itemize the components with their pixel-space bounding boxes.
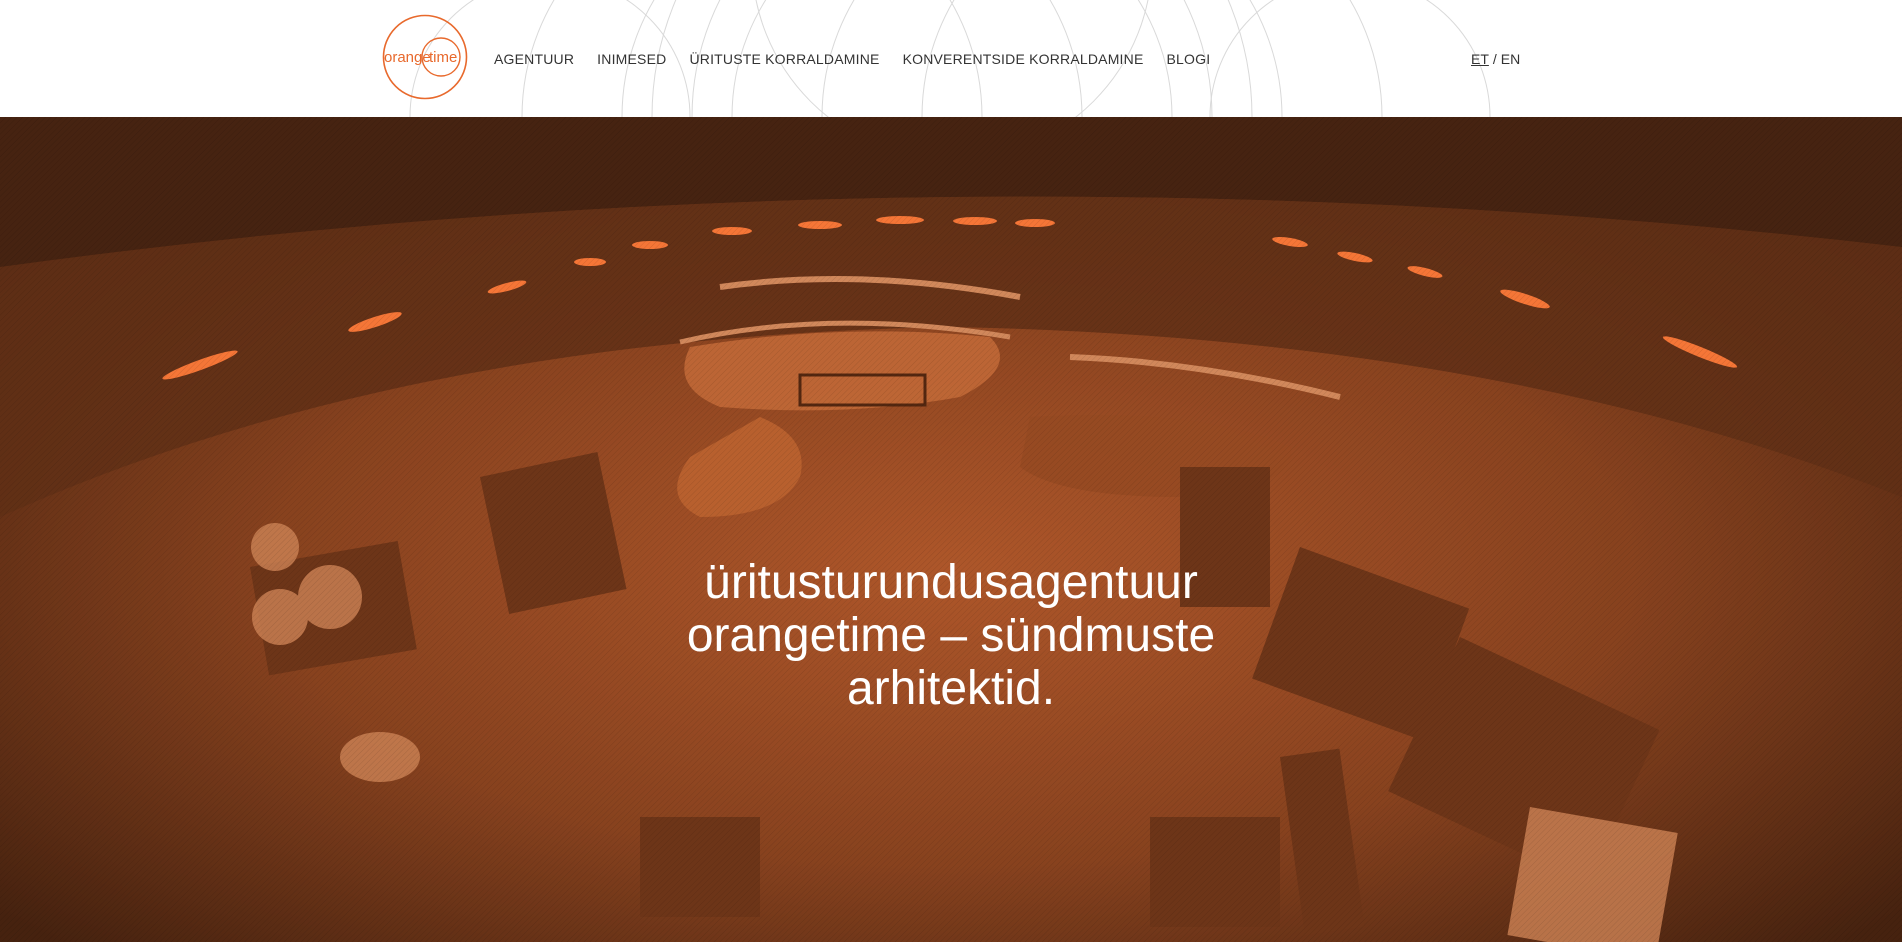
orangetime-logo[interactable]: orange time bbox=[382, 14, 468, 100]
site-header: orange time AGENTUUR INIMESED ÜRITUSTE K… bbox=[0, 0, 1902, 117]
logo-text-time: time bbox=[429, 49, 457, 66]
main-navigation: AGENTUUR INIMESED ÜRITUSTE KORRALDAMINE … bbox=[494, 48, 1210, 70]
hero-title-line-2: orangetime – sündmuste bbox=[686, 609, 1216, 663]
nav-item-inimesed[interactable]: INIMESED bbox=[597, 51, 666, 67]
hero-background-image bbox=[0, 117, 1902, 942]
nav-item-urituste-korraldamine[interactable]: ÜRITUSTE KORRALDAMINE bbox=[689, 51, 879, 67]
hero-title-line-1: üritusturundusagentuur bbox=[704, 556, 1198, 610]
language-separator: / bbox=[1492, 51, 1497, 67]
hero-section: üritusturundusagentuur orangetime – sünd… bbox=[0, 117, 1902, 942]
language-en-link[interactable]: EN bbox=[1501, 51, 1520, 67]
logo-text-orange: orange bbox=[384, 49, 431, 66]
language-switcher: ET / EN bbox=[1471, 48, 1520, 70]
language-et-link[interactable]: ET bbox=[1471, 51, 1489, 67]
hero-title: üritusturundusagentuur orangetime – sünd… bbox=[0, 556, 1902, 715]
hero-title-line-3: arhitektid. bbox=[846, 662, 1056, 716]
nav-item-blogi[interactable]: BLOGI bbox=[1167, 51, 1211, 67]
nav-item-konverentside-korraldamine[interactable]: KONVERENTSIDE KORRALDAMINE bbox=[903, 51, 1144, 67]
nav-item-agentuur[interactable]: AGENTUUR bbox=[494, 51, 574, 67]
